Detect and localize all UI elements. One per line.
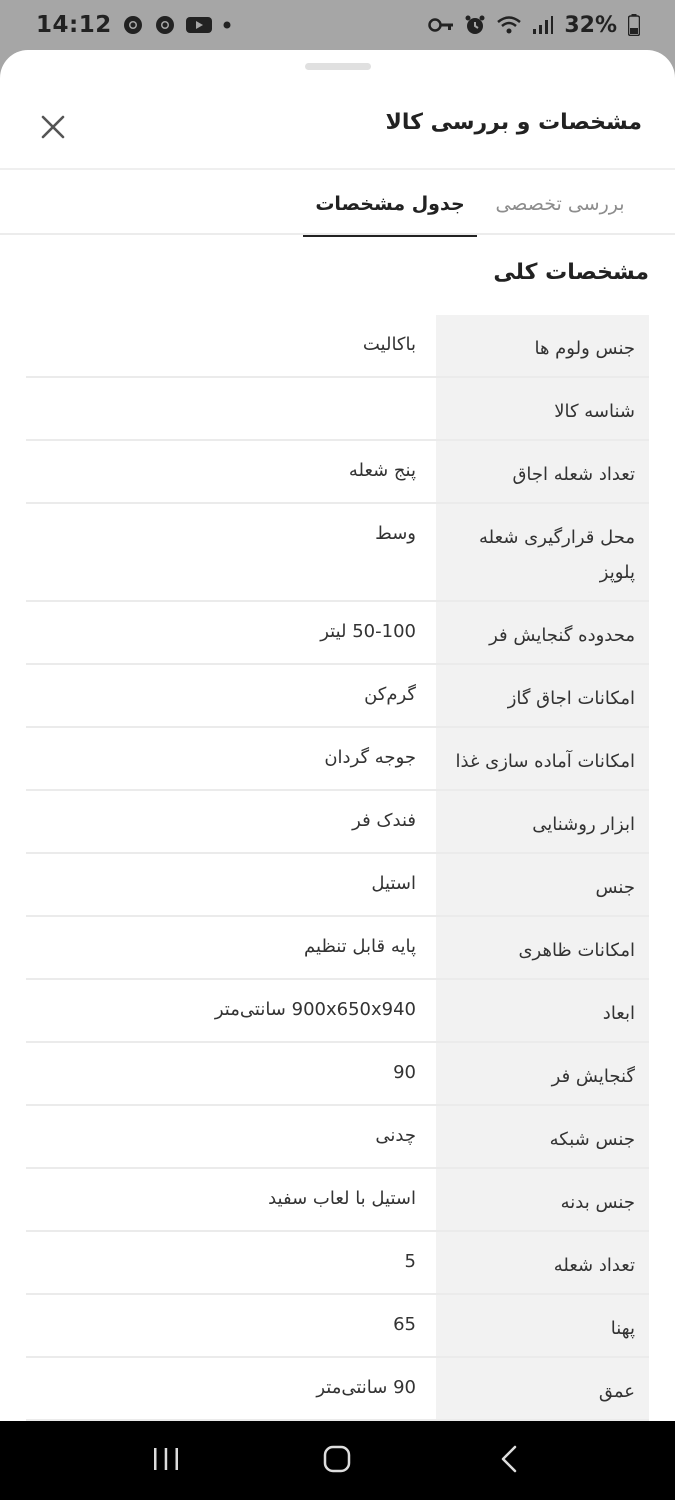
spec-value-line: وسط xyxy=(375,523,416,544)
spec-row: محل قرارگیری شعله پلوپز وسط xyxy=(26,504,649,602)
spec-table: جنس ولوم ها باکالیت شناسه کالا تعداد شعله ا… xyxy=(26,315,649,1421)
spec-value-line: 65 xyxy=(393,1314,416,1335)
spec-value-line: 50-100 لیتر xyxy=(320,621,416,642)
spec-row: شناسه کالا xyxy=(26,378,649,441)
spec-value: فندک فر xyxy=(26,791,436,852)
spec-row: تعداد شعله 5 xyxy=(26,1232,649,1295)
spec-row: ابعاد 900x650x940 سانتی‌متر xyxy=(26,980,649,1043)
spec-key: پهنا xyxy=(436,1295,649,1356)
alarm-icon xyxy=(464,14,486,36)
spec-value: 50-100 لیتر xyxy=(26,602,436,663)
battery-percentage: 32% xyxy=(564,12,617,38)
spec-value: 900x650x940 سانتی‌متر xyxy=(26,980,436,1041)
spec-row: ابزار روشنایی فندک فر xyxy=(26,791,649,854)
spec-value-line: 900x650x940 سانتی‌متر xyxy=(214,999,416,1020)
status-bar-left: 14:12 xyxy=(36,12,232,38)
spec-row: پهنا 65 xyxy=(26,1295,649,1358)
spec-value-line: 90 سانتی‌متر xyxy=(316,1377,416,1398)
spec-row: جنس شبکه چدنی xyxy=(26,1106,649,1169)
spec-value: 5 xyxy=(26,1232,436,1293)
spec-row: جنس ولوم ها باکالیت xyxy=(26,315,649,378)
spec-row: امکانات اجاق گاز گرم‌کن xyxy=(26,665,649,728)
spec-key: محدوده گنجایش فر xyxy=(436,602,649,663)
recents-icon xyxy=(151,1446,181,1476)
spec-value: باکالیت xyxy=(26,315,436,376)
spec-key: جنس ولوم ها xyxy=(436,315,649,376)
back-button[interactable] xyxy=(479,1431,539,1491)
spec-value-line: جوجه گردان xyxy=(324,747,416,768)
spec-value-line: چدنی xyxy=(375,1125,416,1146)
sheet-header: مشخصات و بررسی کالا xyxy=(0,90,675,170)
spec-value-line: پایه قابل تنظیم xyxy=(304,936,416,957)
spec-value-line: استیل با لعاب سفید xyxy=(268,1188,416,1209)
drag-handle[interactable] xyxy=(305,63,371,70)
tab-expert-review[interactable]: بررسی تخصصی xyxy=(475,172,645,235)
spec-value: جوجه گردان xyxy=(26,728,436,789)
status-bar: 14:12 32% xyxy=(0,0,675,50)
status-time: 14:12 xyxy=(36,12,112,38)
spec-key: تعداد شعله اجاق xyxy=(436,441,649,502)
spec-key: جنس بدنه xyxy=(436,1169,649,1230)
spec-value: چدنی xyxy=(26,1106,436,1167)
spec-key: جنس شبکه xyxy=(436,1106,649,1167)
spec-value xyxy=(26,378,436,439)
home-icon xyxy=(322,1444,352,1478)
spec-row: جنس بدنه استیل با لعاب سفید xyxy=(26,1169,649,1232)
key-icon xyxy=(428,14,454,36)
spec-value: استیل با لعاب سفید xyxy=(26,1169,436,1230)
spec-value: 90 xyxy=(26,1043,436,1104)
spec-value-line: پنج شعله xyxy=(348,460,416,481)
system-nav-bar xyxy=(0,1421,675,1500)
spec-value-line: استیل xyxy=(371,873,416,894)
section-title: مشخصات کلی xyxy=(493,260,649,285)
wifi-icon xyxy=(496,14,522,36)
home-button[interactable] xyxy=(307,1431,367,1491)
spec-key: عمق xyxy=(436,1358,649,1419)
spec-row: تعداد شعله اجاق پنج شعله xyxy=(26,441,649,504)
spec-value: پایه قابل تنظیم xyxy=(26,917,436,978)
spec-key: گنجایش فر xyxy=(436,1043,649,1104)
spec-key: شناسه کالا xyxy=(436,378,649,439)
spec-row: گنجایش فر 90 xyxy=(26,1043,649,1106)
spec-row: امکانات ظاهری پایه قابل تنظیم xyxy=(26,917,649,980)
signal-icon xyxy=(532,14,554,36)
spec-value: وسط xyxy=(26,504,436,600)
spec-value: پنج شعله xyxy=(26,441,436,502)
spec-key: محل قرارگیری شعله پلوپز xyxy=(436,504,649,600)
spec-key: جنس xyxy=(436,854,649,915)
spec-key: امکانات آماده سازی غذا xyxy=(436,728,649,789)
spec-value-line: باکالیت xyxy=(362,334,416,355)
spec-key: ابزار روشنایی xyxy=(436,791,649,852)
close-button[interactable] xyxy=(32,108,74,150)
spec-key: تعداد شعله xyxy=(436,1232,649,1293)
chrome-icon xyxy=(154,14,176,36)
spec-value-line: 90 xyxy=(393,1062,416,1083)
youtube-icon xyxy=(185,14,212,36)
spec-value: گرم‌کن xyxy=(26,665,436,726)
chrome-icon xyxy=(122,14,144,36)
spec-key: امکانات ظاهری xyxy=(436,917,649,978)
spec-value: 90 سانتی‌متر xyxy=(26,1358,436,1419)
spec-value: 65 xyxy=(26,1295,436,1356)
spec-row: جنس استیل xyxy=(26,854,649,917)
tab-spec-table[interactable]: جدول مشخصات xyxy=(303,172,477,237)
spec-value-line: 5 xyxy=(404,1251,416,1272)
spec-key: ابعاد xyxy=(436,980,649,1041)
spec-value-line: فندک فر xyxy=(352,810,416,831)
spec-row: عمق 90 سانتی‌متر xyxy=(26,1358,649,1421)
spec-row: محدوده گنجایش فر 50-100 لیتر xyxy=(26,602,649,665)
status-bar-right: 32% xyxy=(428,13,641,38)
spec-value: استیل xyxy=(26,854,436,915)
close-icon xyxy=(40,114,66,144)
tab-bar: بررسی تخصصی جدول مشخصات xyxy=(0,172,675,237)
spec-value-line: گرم‌کن xyxy=(364,684,416,705)
recents-button[interactable] xyxy=(136,1431,196,1491)
spec-row: امکانات آماده سازی غذا جوجه گردان xyxy=(26,728,649,791)
dot-icon xyxy=(222,14,232,36)
back-icon xyxy=(498,1444,520,1478)
sheet-title: مشخصات و بررسی کالا xyxy=(385,110,642,135)
battery-icon xyxy=(627,14,641,36)
spec-key: امکانات اجاق گاز xyxy=(436,665,649,726)
bottom-sheet: مشخصات و بررسی کالا بررسی تخصصی جدول مشخ… xyxy=(0,50,675,1421)
